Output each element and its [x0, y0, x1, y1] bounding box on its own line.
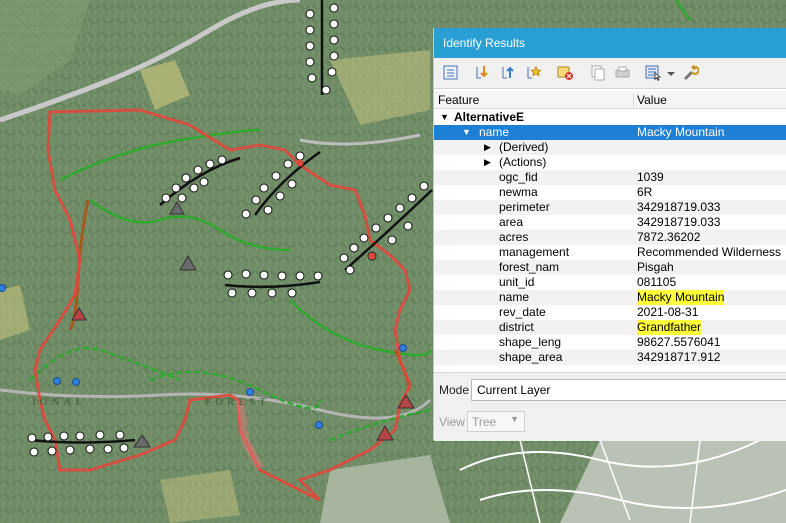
- attribute-value: Recommended Wilderness: [637, 245, 782, 259]
- attribute-field: unit_id: [499, 275, 535, 289]
- mode-select[interactable]: Current Layer: [471, 379, 786, 401]
- attribute-field: ogc_fid: [499, 170, 538, 184]
- attribute-value: 2021-08-31: [637, 305, 699, 319]
- attribute-value-highlighted: Grandfather: [637, 320, 702, 335]
- map-label-forest: FOREST: [205, 396, 270, 408]
- print-icon[interactable]: [614, 64, 631, 81]
- expand-arrow-icon[interactable]: ▶: [484, 140, 491, 155]
- select-features-icon[interactable]: [645, 64, 662, 81]
- copy-feature-icon[interactable]: [589, 64, 606, 81]
- expand-new-icon[interactable]: [525, 64, 542, 81]
- attribute-field: area: [499, 215, 524, 229]
- attribute-value: 342918719.033: [637, 200, 721, 214]
- mode-options: Mode Current Layer View Tree ▼: [434, 372, 786, 441]
- dropdown-arrow-icon[interactable]: [666, 64, 676, 81]
- layer-name: AlternativeE: [454, 110, 525, 124]
- column-header-feature[interactable]: Feature: [438, 93, 479, 107]
- attribute-value: 1039: [637, 170, 664, 184]
- attribute-field: shape_leng: [499, 335, 562, 349]
- panel-title-bar[interactable]: Identify Results: [434, 28, 786, 58]
- attribute-row[interactable]: newma 6R: [434, 185, 786, 200]
- attribute-row[interactable]: shape_area 342918717.912: [434, 350, 786, 365]
- attribute-row[interactable]: forest_nam Pisgah: [434, 260, 786, 275]
- attribute-value: 6R: [637, 185, 653, 199]
- tree-row-derived[interactable]: ▶ (Derived): [434, 140, 786, 155]
- tree-header: Feature Value: [434, 91, 786, 109]
- attribute-row[interactable]: ogc_fid 1039: [434, 170, 786, 185]
- attribute-field: shape_area: [499, 350, 563, 364]
- attribute-field: perimeter: [499, 200, 550, 214]
- panel-title: Identify Results: [443, 36, 526, 50]
- attribute-row[interactable]: name Macky Mountain: [434, 290, 786, 305]
- tree-row-layer[interactable]: ▼ AlternativeE: [434, 110, 786, 125]
- attribute-row[interactable]: district Grandfather: [434, 320, 786, 335]
- attribute-field: acres: [499, 230, 529, 244]
- expand-arrow-icon[interactable]: ▶: [484, 155, 491, 170]
- attribute-value: 342918719.033: [637, 215, 721, 229]
- collapse-arrow-icon[interactable]: ▼: [462, 125, 471, 140]
- mode-label: Mode: [439, 383, 470, 397]
- view-select-value: Tree: [472, 415, 497, 429]
- attribute-field: district: [499, 320, 534, 334]
- attribute-field: newma: [499, 185, 538, 199]
- identify-results-panel: Identify Results Feature Value ▼ Alterna…: [433, 28, 786, 441]
- attribute-row[interactable]: perimeter 342918719.033: [434, 200, 786, 215]
- attribute-row[interactable]: area 342918719.033: [434, 215, 786, 230]
- attribute-row[interactable]: management Recommended Wilderness: [434, 245, 786, 260]
- collapse-arrow-icon[interactable]: ▼: [440, 110, 449, 125]
- expand-all-icon[interactable]: [474, 64, 491, 81]
- attribute-field: management: [499, 245, 570, 259]
- chevron-down-icon: ▼: [510, 414, 519, 424]
- view-label: View: [439, 415, 465, 429]
- results-tree[interactable]: Feature Value ▼ AlternativeE ▼ name Mack…: [434, 91, 786, 367]
- attribute-value: 98627.5576041: [637, 335, 721, 349]
- attribute-field: rev_date: [499, 305, 546, 319]
- group-label: (Actions): [499, 155, 547, 169]
- expand-tree-icon[interactable]: [442, 64, 459, 81]
- tree-row-actions[interactable]: ▶ (Actions): [434, 155, 786, 170]
- mode-select-value: Current Layer: [477, 383, 551, 397]
- identify-toolbar: [434, 58, 786, 89]
- attribute-field: name: [499, 290, 530, 304]
- attribute-value: 342918717.912: [637, 350, 721, 364]
- group-label: (Derived): [499, 140, 549, 154]
- attribute-value: 081105: [637, 275, 677, 289]
- tree-row-feature[interactable]: ▼ name Macky Mountain: [434, 125, 786, 140]
- attribute-field: forest_nam: [499, 260, 560, 274]
- attribute-row[interactable]: shape_leng 98627.5576041: [434, 335, 786, 350]
- feature-value: Macky Mountain: [637, 125, 725, 139]
- feature-field: name: [479, 125, 510, 139]
- collapse-all-icon[interactable]: [500, 64, 517, 81]
- attribute-value: Pisgah: [637, 260, 674, 274]
- column-header-value[interactable]: Value: [633, 93, 667, 107]
- attribute-value: 7872.36202: [637, 230, 701, 244]
- view-select[interactable]: Tree ▼: [467, 411, 525, 432]
- clear-results-icon[interactable]: [557, 64, 574, 81]
- attribute-row[interactable]: rev_date 2021-08-31: [434, 305, 786, 320]
- attribute-row[interactable]: acres 7872.36202: [434, 230, 786, 245]
- map-label-national: IONAL: [32, 396, 86, 408]
- settings-icon[interactable]: [682, 64, 700, 81]
- attribute-row[interactable]: unit_id 081105: [434, 275, 786, 290]
- attribute-value-highlighted: Macky Mountain: [637, 290, 725, 305]
